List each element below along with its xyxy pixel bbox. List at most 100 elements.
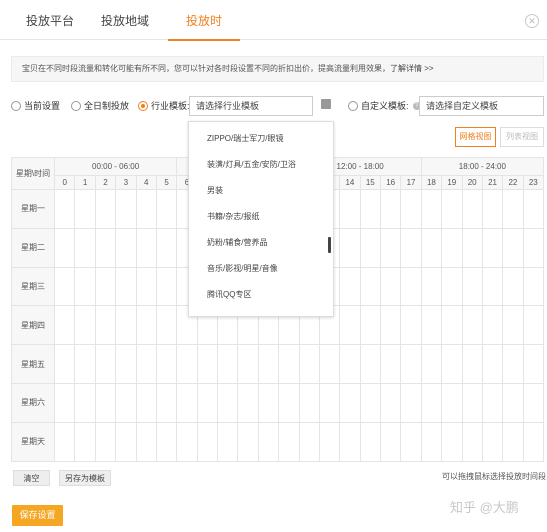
time-slot-cell[interactable] — [461, 227, 483, 268]
radio-industry[interactable] — [138, 100, 148, 111]
time-slot-cell[interactable] — [94, 421, 117, 462]
time-slot-cell[interactable] — [135, 421, 157, 462]
time-slot-cell[interactable] — [359, 305, 382, 346]
time-slot-cell[interactable] — [461, 421, 483, 462]
time-slot-cell[interactable] — [481, 227, 504, 268]
time-slot-cell[interactable] — [461, 344, 483, 384]
time-slot-cell[interactable] — [339, 266, 361, 307]
option-full-day[interactable]: 全日制投放 — [71, 99, 129, 112]
time-slot-cell[interactable] — [420, 266, 443, 307]
time-slot-cell[interactable] — [441, 421, 463, 462]
time-slot-cell[interactable] — [400, 266, 422, 307]
time-slot-cell[interactable] — [53, 344, 76, 384]
time-slot-cell[interactable] — [502, 344, 524, 384]
time-slot-cell[interactable] — [441, 189, 463, 229]
time-slot-cell[interactable] — [481, 344, 504, 384]
dropdown-item[interactable]: ZIPPO/瑞士军刀/眼镜 — [189, 126, 333, 152]
time-slot-cell[interactable] — [481, 382, 504, 423]
time-slot-cell[interactable] — [53, 382, 76, 423]
time-slot-cell[interactable] — [420, 189, 443, 229]
time-slot-cell[interactable] — [237, 382, 259, 423]
time-slot-cell[interactable] — [53, 189, 76, 229]
time-slot-cell[interactable] — [441, 382, 463, 423]
time-slot-cell[interactable] — [216, 382, 239, 423]
day-row[interactable]: 星期五 — [11, 344, 545, 384]
time-slot-cell[interactable] — [135, 305, 157, 346]
time-slot-cell[interactable] — [196, 344, 219, 384]
time-slot-cell[interactable] — [94, 189, 117, 229]
time-slot-cell[interactable] — [135, 266, 157, 307]
time-slot-cell[interactable] — [522, 421, 545, 462]
time-slot-cell[interactable] — [155, 227, 178, 268]
radio-full-day[interactable] — [71, 100, 81, 111]
time-slot-cell[interactable] — [176, 382, 198, 423]
time-slot-cell[interactable] — [53, 421, 76, 462]
radio-custom[interactable] — [348, 100, 358, 111]
dropdown-item[interactable]: 音乐/影视/明星/音像 — [189, 256, 333, 282]
time-slot-cell[interactable] — [53, 227, 76, 268]
time-slot-cell[interactable] — [502, 382, 524, 423]
time-slot-cell[interactable] — [155, 382, 178, 423]
time-slot-cell[interactable] — [135, 344, 157, 384]
time-slot-cell[interactable] — [339, 421, 361, 462]
time-slot-cell[interactable] — [441, 305, 463, 346]
save-settings-button[interactable]: 保存设置 — [12, 505, 63, 526]
day-row[interactable]: 星期六 — [11, 382, 545, 423]
time-slot-cell[interactable] — [94, 344, 117, 384]
time-slot-cell[interactable] — [339, 382, 361, 423]
time-slot-cell[interactable] — [400, 344, 422, 384]
time-slot-cell[interactable] — [115, 382, 137, 423]
time-slot-cell[interactable] — [400, 305, 422, 346]
time-slot-cell[interactable] — [379, 227, 402, 268]
time-slot-cell[interactable] — [379, 189, 402, 229]
time-slot-cell[interactable] — [400, 227, 422, 268]
time-slot-cell[interactable] — [115, 421, 137, 462]
time-slot-cell[interactable] — [94, 305, 117, 346]
time-slot-cell[interactable] — [257, 344, 280, 384]
time-slot-cell[interactable] — [155, 305, 178, 346]
time-slot-cell[interactable] — [74, 266, 96, 307]
time-slot-cell[interactable] — [74, 344, 96, 384]
option-industry[interactable]: 行业模板: — [138, 99, 190, 112]
list-view-button[interactable]: 列表视图 — [500, 127, 544, 147]
time-slot-cell[interactable] — [216, 344, 239, 384]
time-slot-cell[interactable] — [318, 421, 341, 462]
time-slot-cell[interactable] — [441, 227, 463, 268]
time-slot-cell[interactable] — [53, 305, 76, 346]
time-slot-cell[interactable] — [359, 227, 382, 268]
time-slot-cell[interactable] — [359, 266, 382, 307]
dropdown-scrollbar[interactable] — [328, 237, 331, 253]
time-slot-cell[interactable] — [481, 305, 504, 346]
tab-region[interactable]: 投放地域 — [100, 0, 150, 40]
time-slot-cell[interactable] — [155, 266, 178, 307]
time-slot-cell[interactable] — [502, 266, 524, 307]
time-slot-cell[interactable] — [74, 227, 96, 268]
time-slot-cell[interactable] — [115, 305, 137, 346]
time-slot-cell[interactable] — [339, 305, 361, 346]
time-slot-cell[interactable] — [318, 344, 341, 384]
tab-platform[interactable]: 投放平台 — [25, 0, 75, 40]
template-icon[interactable] — [321, 99, 331, 109]
time-slot-cell[interactable] — [115, 189, 137, 229]
dropdown-item[interactable]: 奶粉/辅食/营养品 — [189, 230, 333, 256]
tab-time[interactable]: 投放时间 — [168, 0, 240, 70]
time-slot-cell[interactable] — [420, 421, 443, 462]
time-slot-cell[interactable] — [74, 421, 96, 462]
time-slot-cell[interactable] — [420, 227, 443, 268]
time-slot-cell[interactable] — [400, 421, 422, 462]
time-slot-cell[interactable] — [522, 266, 545, 307]
time-slot-cell[interactable] — [115, 344, 137, 384]
time-slot-cell[interactable] — [481, 266, 504, 307]
time-slot-cell[interactable] — [522, 305, 545, 346]
save-as-template-button[interactable]: 另存为模板 — [59, 470, 111, 486]
time-slot-cell[interactable] — [257, 421, 280, 462]
dropdown-item[interactable]: 装潢/灯具/五金/安防/卫浴 — [189, 152, 333, 178]
time-slot-cell[interactable] — [522, 344, 545, 384]
time-slot-cell[interactable] — [135, 227, 157, 268]
time-slot-cell[interactable] — [359, 382, 382, 423]
dropdown-item[interactable]: 书籍/杂志/报纸 — [189, 204, 333, 230]
time-slot-cell[interactable] — [461, 305, 483, 346]
grid-view-button[interactable]: 网格视图 — [455, 127, 496, 147]
time-slot-cell[interactable] — [379, 421, 402, 462]
time-slot-cell[interactable] — [461, 189, 483, 229]
